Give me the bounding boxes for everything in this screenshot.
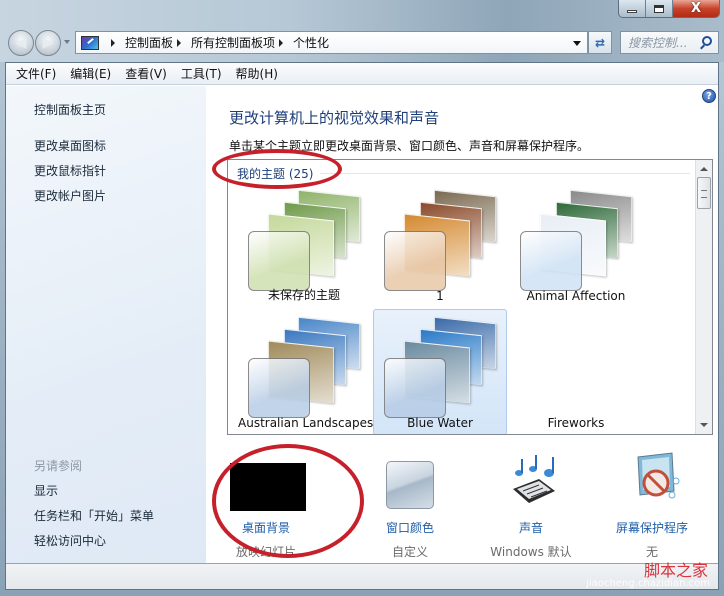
theme-item-animal-affection[interactable]: Animal Affection xyxy=(509,182,643,308)
theme-item-1[interactable]: 1 xyxy=(373,182,507,308)
sound-icon xyxy=(513,455,555,503)
theme-preview xyxy=(384,316,504,418)
menu-file[interactable]: 文件(F) xyxy=(16,65,56,82)
menu-edit[interactable]: 编辑(E) xyxy=(70,65,111,82)
control-panel-icon xyxy=(81,35,99,50)
main-content: ? 更改计算机上的视觉效果和声音 单击某个主题立即更改桌面背景、窗口颜色、声音和… xyxy=(206,86,718,563)
desktop-background-icon xyxy=(230,463,306,511)
maximize-icon xyxy=(654,4,664,13)
sidebar-link-desktop-icons[interactable]: 更改桌面图标 xyxy=(34,137,106,154)
theme-preview xyxy=(520,320,640,410)
breadcrumb-all-items[interactable]: 所有控制面板项 xyxy=(191,34,275,51)
color-swatch xyxy=(248,231,310,291)
address-bar[interactable]: 控制面板 所有控制面板项 个性化 xyxy=(75,31,588,54)
explorer-frame: 文件(F) 编辑(E) 查看(V) 工具(T) 帮助(H) 控制面板主页 更改桌… xyxy=(5,62,719,590)
theme-label: Australian Landscapes xyxy=(238,416,374,430)
theme-label: 1 xyxy=(436,289,444,303)
menu-view[interactable]: 查看(V) xyxy=(125,65,167,82)
menu-tools[interactable]: 工具(T) xyxy=(181,65,222,82)
scroll-up-icon[interactable] xyxy=(700,167,708,171)
desktop-background-value: 放映幻灯片 xyxy=(235,545,296,559)
status-bar: 脚本之家 jiaocheng.chazidian.com xyxy=(6,561,718,589)
theme-preview xyxy=(248,316,368,418)
sidebar-link-account-picture[interactable]: 更改帐户图片 xyxy=(34,187,106,204)
color-swatch xyxy=(248,358,310,418)
sidebar-link-taskbar-start[interactable]: 任务栏和「开始」菜单 xyxy=(34,507,154,524)
sidebar-link-display[interactable]: 显示 xyxy=(34,482,58,499)
search-input[interactable]: 搜索控制... xyxy=(620,31,719,54)
theme-label: 未保存的主题 xyxy=(267,288,340,302)
menu-bar: 文件(F) 编辑(E) 查看(V) 工具(T) 帮助(H) xyxy=(6,63,718,85)
color-swatch xyxy=(520,231,582,291)
page-title: 更改计算机上的视觉效果和声音 xyxy=(229,109,440,127)
theme-item-unsaved[interactable]: 未保存的主题 xyxy=(237,182,371,308)
theme-settings: 桌面背景 放映幻灯片 窗口颜色 自定义 声音 Windows 默认 屏幕保护程序… xyxy=(206,441,718,561)
search-icon[interactable] xyxy=(702,36,712,46)
back-arrow-icon: ◀ xyxy=(15,35,27,51)
sidebar-link-mouse-pointers[interactable]: 更改鼠标指针 xyxy=(34,162,106,179)
my-themes-header[interactable]: 我的主题 (25) xyxy=(237,165,313,182)
recent-pages-dropdown[interactable] xyxy=(64,40,70,44)
theme-item-australian-landscapes[interactable]: Australian Landscapes xyxy=(237,309,374,434)
desktop-background-setting[interactable]: 桌面背景 放映幻灯片 xyxy=(206,441,326,561)
refresh-icon: ⇄ xyxy=(594,35,606,50)
window-color-value: 自定义 xyxy=(391,545,428,559)
color-swatch xyxy=(384,231,446,291)
maximize-button[interactable] xyxy=(646,0,673,17)
address-dropdown-icon[interactable] xyxy=(573,41,581,46)
theme-item-fireworks[interactable]: Fireworks xyxy=(509,309,643,434)
window-color-icon xyxy=(386,461,434,509)
sidebar-link-control-panel-home[interactable]: 控制面板主页 xyxy=(34,101,106,118)
color-swatch xyxy=(384,358,446,418)
breadcrumb-personalization[interactable]: 个性化 xyxy=(293,34,329,51)
close-button[interactable]: X xyxy=(673,0,719,17)
breadcrumb-control-panel[interactable]: 控制面板 xyxy=(125,34,173,51)
sidebar: 控制面板主页 更改桌面图标 更改鼠标指针 更改帐户图片 另请参阅 显示 任务栏和… xyxy=(6,86,206,563)
breadcrumb-separator-icon[interactable] xyxy=(177,38,182,47)
theme-preview xyxy=(248,189,368,291)
scroll-down-icon[interactable] xyxy=(700,423,708,427)
scroll-thumb[interactable] xyxy=(697,177,711,209)
theme-item-blue-water[interactable]: Blue Water xyxy=(373,309,507,434)
screensaver-link[interactable]: 屏幕保护程序 xyxy=(592,519,712,536)
group-divider xyxy=(320,173,690,174)
breadcrumb-separator-icon[interactable] xyxy=(279,38,284,47)
sidebar-link-ease-of-access[interactable]: 轻松访问中心 xyxy=(34,532,106,549)
theme-preview xyxy=(520,189,640,291)
forward-button[interactable]: ▶ xyxy=(35,30,61,56)
window-controls: X xyxy=(618,0,720,18)
refresh-button[interactable]: ⇄ xyxy=(588,31,612,54)
theme-label: Blue Water xyxy=(407,416,473,430)
window-color-link[interactable]: 窗口颜色 xyxy=(350,519,470,536)
window-color-setting[interactable]: 窗口颜色 自定义 xyxy=(350,441,470,561)
page-description: 单击某个主题立即更改桌面背景、窗口颜色、声音和屏幕保护程序。 xyxy=(229,139,590,153)
theme-preview xyxy=(384,189,504,291)
close-icon: X xyxy=(690,1,702,16)
theme-list: 我的主题 (25) 未保存的主题 1 Animal Affection Aust… xyxy=(227,159,713,435)
screensaver-icon xyxy=(637,452,680,499)
forward-arrow-icon: ▶ xyxy=(42,35,54,51)
sound-setting[interactable]: 声音 Windows 默认 xyxy=(471,441,591,561)
theme-label: Animal Affection xyxy=(526,289,626,303)
help-icon[interactable]: ? xyxy=(702,89,716,103)
sound-value: Windows 默认 xyxy=(490,545,572,559)
screensaver-setting[interactable]: 屏幕保护程序 无 xyxy=(592,441,712,561)
minimize-icon xyxy=(627,9,637,13)
sound-link[interactable]: 声音 xyxy=(471,519,591,536)
breadcrumb-separator-icon[interactable] xyxy=(111,38,115,47)
desktop-background-link[interactable]: 桌面背景 xyxy=(206,519,326,536)
search-placeholder: 搜索控制... xyxy=(628,36,688,50)
see-also-heading: 另请参阅 xyxy=(34,459,83,473)
back-button[interactable]: ◀ xyxy=(8,30,34,56)
watermark-url: jiaocheng.chazidian.com xyxy=(586,578,710,589)
menu-help[interactable]: 帮助(H) xyxy=(236,65,278,82)
theme-label: Fireworks xyxy=(547,416,605,430)
theme-list-scrollbar[interactable] xyxy=(695,160,712,434)
minimize-button[interactable] xyxy=(619,0,646,17)
